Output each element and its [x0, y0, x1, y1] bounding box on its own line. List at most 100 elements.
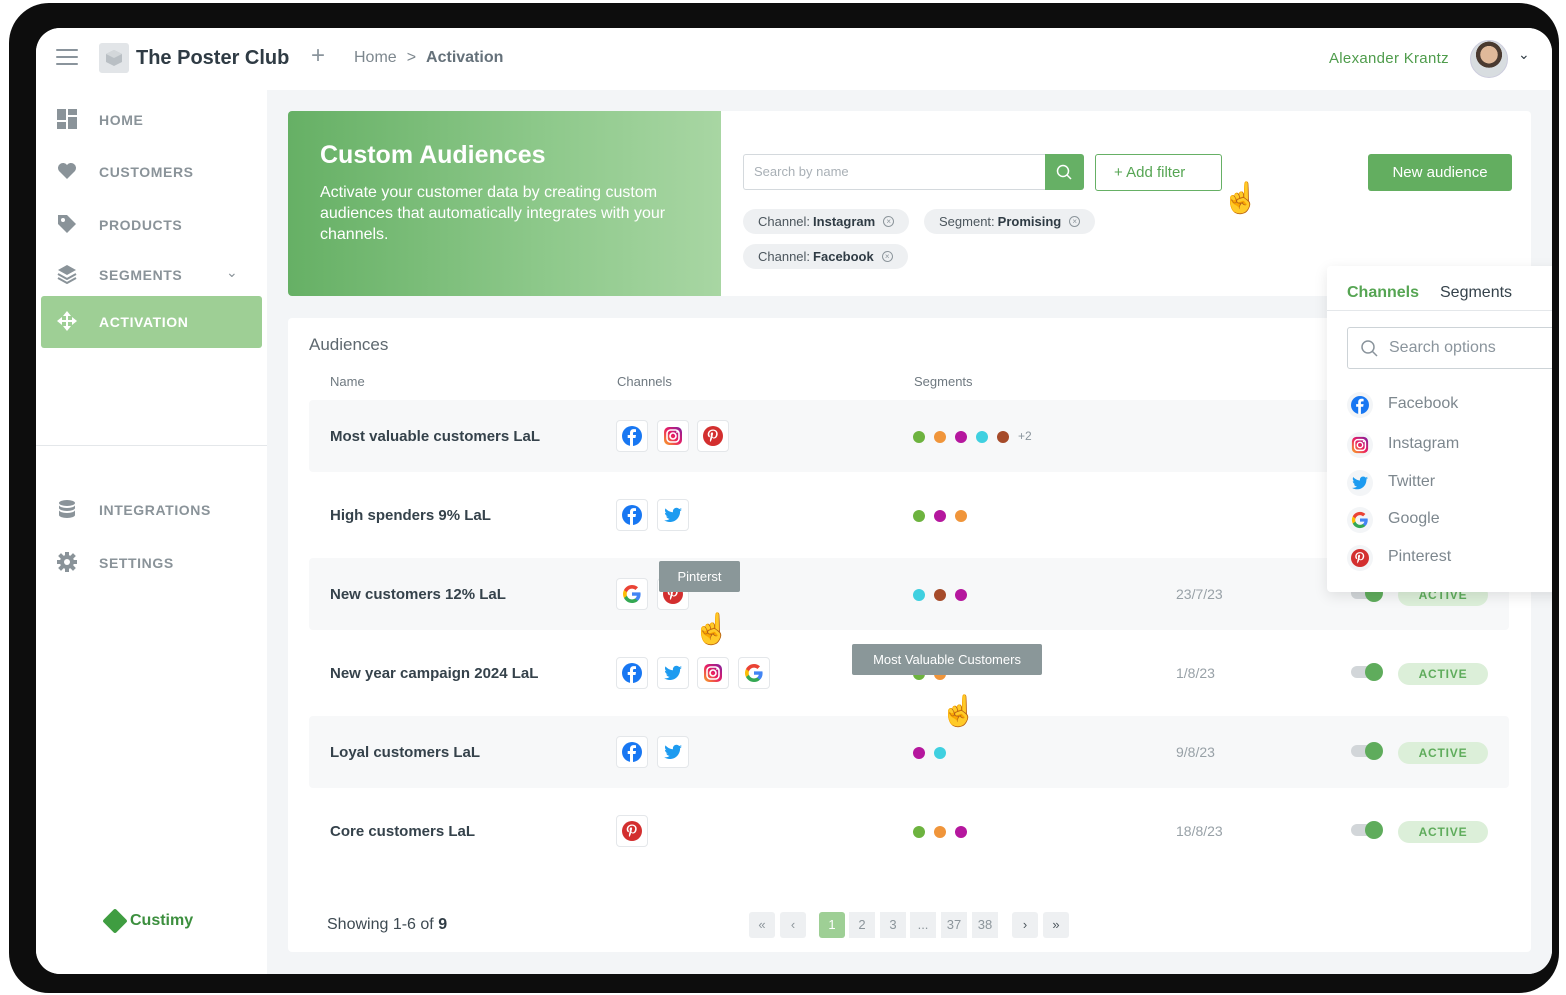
audience-name[interactable]: High spenders 9% LaL: [330, 507, 491, 524]
avatar[interactable]: [1470, 40, 1508, 78]
page-button[interactable]: 37: [941, 912, 967, 938]
sidebar-item-activation[interactable]: ACTIVATION: [41, 296, 262, 348]
sidebar-item-settings[interactable]: SETTINGS: [41, 537, 262, 589]
instagram-icon[interactable]: [656, 420, 689, 452]
segments-more-count[interactable]: +2: [1018, 429, 1032, 443]
instagram-icon[interactable]: [697, 657, 729, 689]
first-page-button[interactable]: «: [749, 912, 775, 938]
option-facebook[interactable]: Facebook: [1347, 390, 1552, 420]
twitter-icon[interactable]: [656, 736, 689, 768]
filter-chip-key: Channel:: [758, 214, 811, 229]
chevron-down-icon[interactable]: ⌄: [1518, 46, 1530, 63]
breadcrumb-current: Activation: [426, 49, 504, 66]
segment-dot[interactable]: [913, 431, 925, 443]
hand-cursor-icon: ☝: [1222, 182, 1260, 215]
segment-dot[interactable]: [955, 826, 967, 838]
segment-dot[interactable]: [955, 510, 967, 522]
chevron-down-icon[interactable]: ⌄: [226, 264, 238, 281]
twitter-icon[interactable]: [656, 657, 689, 689]
column-header-channels: Channels: [617, 374, 672, 389]
option-google[interactable]: Google: [1347, 505, 1552, 535]
pinterest-icon[interactable]: [616, 815, 648, 847]
status-toggle[interactable]: [1351, 663, 1383, 681]
table-row[interactable]: Core customers LaL 18/8/23 ACTIVE: [309, 795, 1509, 867]
audience-name[interactable]: Loyal customers LaL: [330, 744, 480, 761]
audience-name[interactable]: Core customers LaL: [330, 823, 475, 840]
page-button[interactable]: 1: [819, 912, 845, 938]
channel-tooltip: Pinterst: [659, 561, 740, 592]
segment-dot[interactable]: [913, 747, 925, 759]
sidebar-item-label: SETTINGS: [99, 555, 174, 571]
segment-dot[interactable]: [955, 589, 967, 601]
option-twitter[interactable]: Twitter: [1347, 468, 1552, 498]
facebook-icon[interactable]: [616, 420, 648, 452]
segment-dot[interactable]: [934, 589, 946, 601]
segment-dot[interactable]: [976, 431, 988, 443]
add-workspace-icon[interactable]: +: [311, 42, 325, 70]
table-row[interactable]: Loyal customers LaL 9/8/23 ACTIVE: [309, 716, 1509, 788]
segment-dot[interactable]: [934, 431, 946, 443]
workspace-title[interactable]: The Poster Club: [136, 47, 289, 70]
option-label: Pinterest: [1388, 548, 1452, 565]
close-icon[interactable]: ×: [1069, 216, 1081, 227]
search-input[interactable]: Search by name: [743, 154, 1046, 190]
menu-icon[interactable]: [56, 49, 78, 67]
last-page-button[interactable]: »: [1043, 912, 1069, 938]
page-button[interactable]: 2: [849, 912, 875, 938]
segment-dot[interactable]: [934, 747, 946, 759]
segment-dot[interactable]: [955, 431, 967, 443]
sidebar-item-customers[interactable]: CUSTOMERS: [41, 146, 262, 198]
filter-chip[interactable]: Channel: Facebook ×: [743, 244, 908, 269]
hero-banner: Custom Audiences Activate your customer …: [288, 111, 721, 296]
segment-dot[interactable]: [934, 510, 946, 522]
google-icon[interactable]: [737, 657, 770, 689]
option-label: Twitter: [1388, 473, 1436, 490]
option-pinterest[interactable]: Pinterest: [1347, 543, 1552, 573]
audience-name[interactable]: New customers 12% LaL: [330, 586, 506, 603]
facebook-icon[interactable]: [616, 657, 648, 689]
new-audience-button[interactable]: New audience: [1368, 154, 1512, 191]
google-icon[interactable]: [616, 578, 648, 610]
toggle-knob: [1365, 742, 1383, 760]
pinterest-icon[interactable]: [697, 420, 729, 452]
showing-prefix: Showing 1-6 of: [327, 916, 434, 933]
audience-name[interactable]: Most valuable customers LaL: [330, 428, 540, 445]
status-toggle[interactable]: [1351, 821, 1383, 839]
status-toggle[interactable]: [1351, 742, 1383, 760]
sidebar-item-integrations[interactable]: INTEGRATIONS: [41, 484, 262, 536]
breadcrumb: Home > Activation: [354, 49, 503, 67]
page-button[interactable]: 3: [880, 912, 906, 938]
tab-channels[interactable]: Channels: [1347, 284, 1419, 302]
search-button[interactable]: [1045, 154, 1084, 190]
close-icon[interactable]: ×: [881, 251, 893, 262]
filter-chip[interactable]: Channel: Instagram ×: [743, 209, 910, 234]
status-badge: ACTIVE: [1398, 742, 1488, 764]
facebook-icon[interactable]: [616, 736, 648, 768]
audience-name[interactable]: New year campaign 2024 LaL: [330, 665, 538, 682]
filter-chip-value: Promising: [997, 214, 1062, 229]
facebook-icon[interactable]: [616, 499, 648, 531]
twitter-icon[interactable]: [656, 499, 689, 531]
next-page-button[interactable]: ›: [1012, 912, 1038, 938]
option-instagram[interactable]: Instagram: [1347, 430, 1552, 460]
page-button[interactable]: 38: [972, 912, 998, 938]
sidebar-item-segments[interactable]: SEGMENTS ⌄: [41, 249, 262, 301]
add-filter-button[interactable]: + Add filter: [1095, 154, 1222, 191]
segment-dot[interactable]: [913, 589, 925, 601]
audience-date: 1/8/23: [1176, 665, 1215, 681]
segment-dot[interactable]: [934, 826, 946, 838]
user-name[interactable]: Alexander Krantz: [1329, 50, 1449, 67]
sidebar-item-home[interactable]: HOME: [41, 94, 262, 146]
segment-tooltip: Most Valuable Customers: [852, 644, 1042, 675]
tab-segments[interactable]: Segments: [1440, 284, 1512, 302]
close-icon[interactable]: ×: [883, 216, 895, 227]
filter-chip[interactable]: Segment: Promising ×: [924, 209, 1096, 234]
segment-dot[interactable]: [913, 826, 925, 838]
segment-dot[interactable]: [997, 431, 1009, 443]
segment-dot[interactable]: [913, 510, 925, 522]
breadcrumb-home[interactable]: Home: [354, 49, 397, 67]
hand-cursor-icon: ☝: [940, 695, 978, 728]
prev-page-button[interactable]: ‹: [780, 912, 806, 938]
sidebar-item-products[interactable]: PRODUCTS: [41, 199, 262, 251]
divider: [1327, 310, 1552, 311]
